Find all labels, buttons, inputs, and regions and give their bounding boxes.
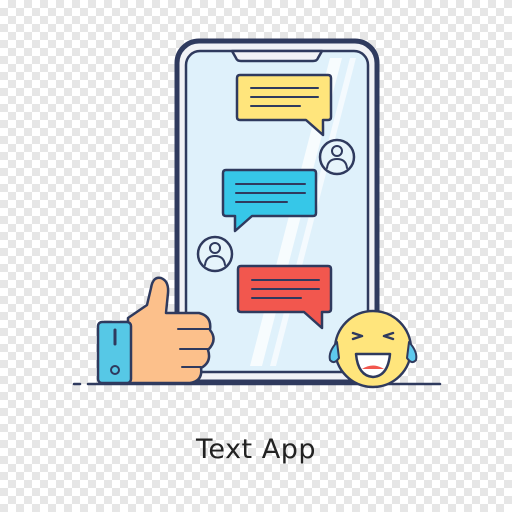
text-app-illustration: Text App bbox=[0, 0, 512, 512]
user-avatar-icon bbox=[318, 138, 356, 176]
caption-title: Text App bbox=[196, 434, 316, 465]
user-avatar-icon bbox=[196, 235, 234, 273]
